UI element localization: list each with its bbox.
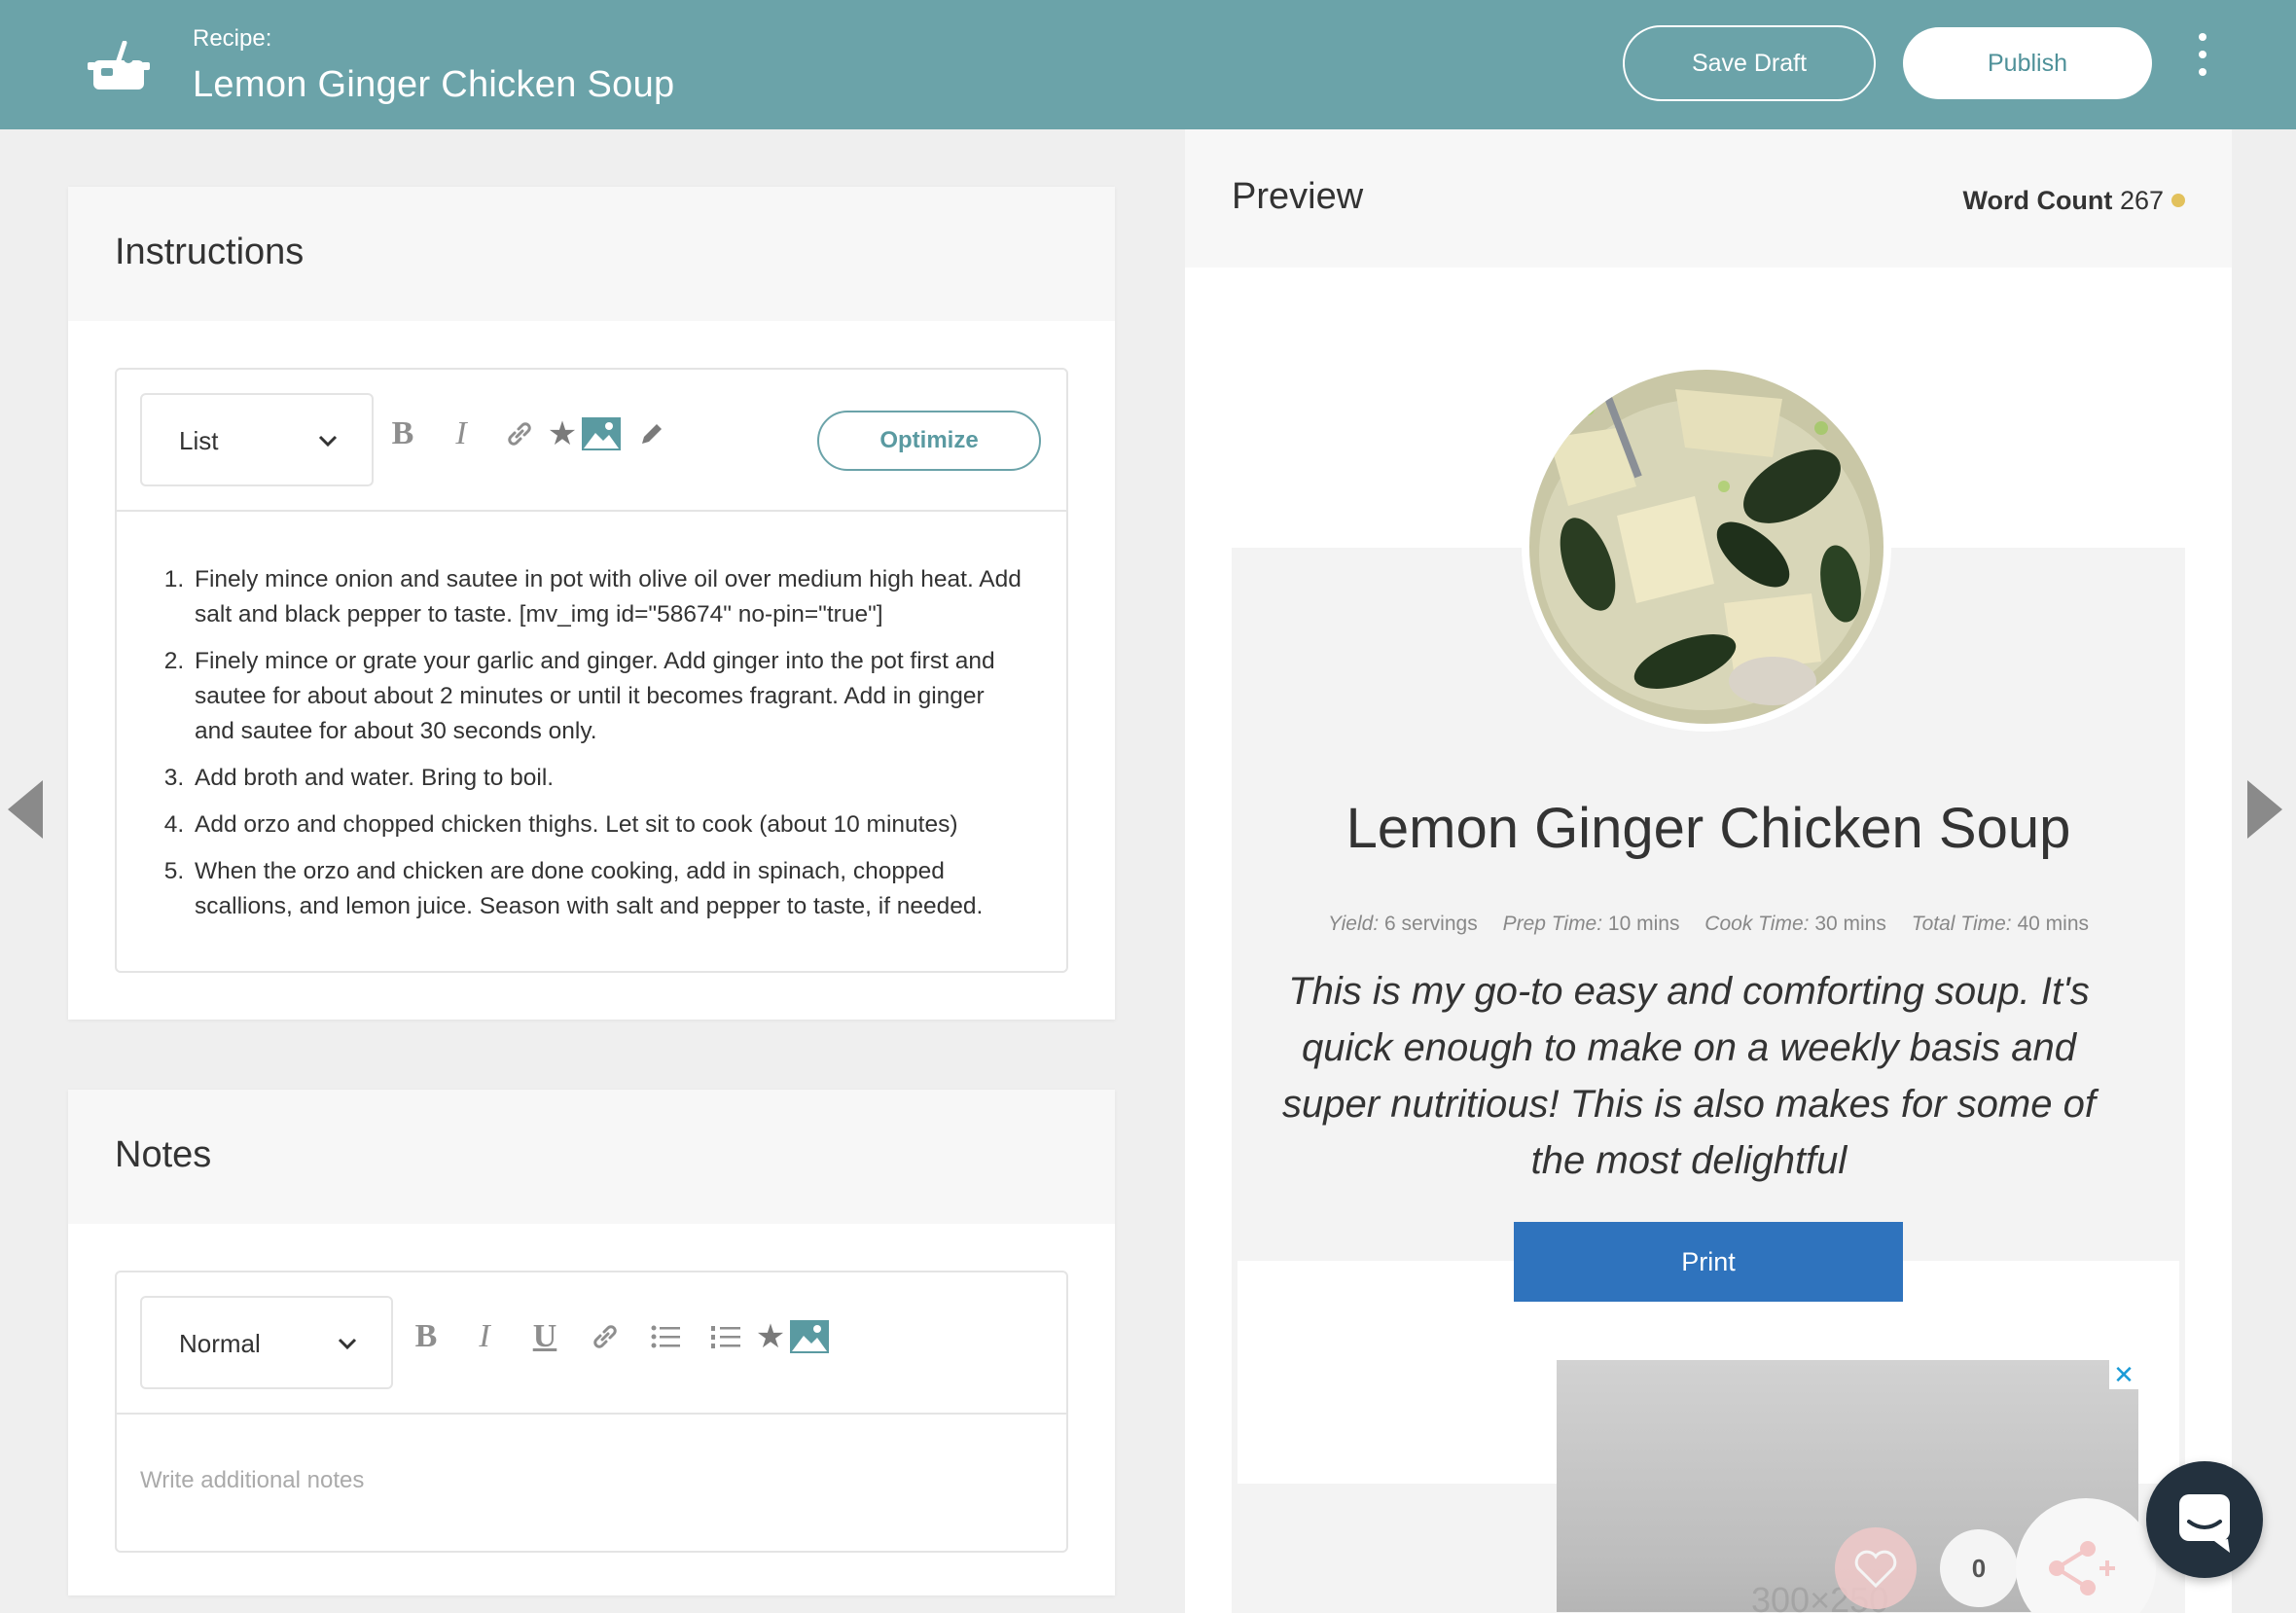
format-select[interactable]: List (140, 393, 374, 486)
page-title: Lemon Ginger Chicken Soup (193, 64, 675, 105)
total-time-label: Total Time: (1911, 913, 2012, 935)
chevron-down-icon (318, 435, 338, 448)
cook-time-label: Cook Time: (1704, 913, 1810, 935)
notes-card: Notes Normal B I U ★ Write additional no… (68, 1090, 1115, 1595)
print-button[interactable]: Print (1514, 1222, 1903, 1302)
link-icon[interactable] (500, 414, 539, 453)
total-time-value: 40 mins (2017, 913, 2089, 935)
prep-time-value: 10 mins (1607, 913, 1680, 935)
preview-title: Preview (1232, 176, 1364, 217)
yield-label: Yield: (1328, 913, 1380, 935)
heart-button[interactable] (1835, 1527, 1917, 1609)
pencil-icon[interactable] (632, 414, 671, 453)
save-draft-button[interactable]: Save Draft (1623, 25, 1876, 101)
cooking-pot-icon[interactable] (88, 41, 150, 95)
list-item: Finely mince or grate your garlic and gi… (191, 644, 1027, 749)
publish-button[interactable]: Publish (1903, 27, 2152, 99)
chevron-down-icon (338, 1338, 357, 1350)
instructions-list[interactable]: Finely mince onion and sautee in pot wit… (117, 512, 1066, 924)
notes-title: Notes (115, 1134, 212, 1175)
format-select[interactable]: Normal (140, 1296, 393, 1389)
list-item: Add orzo and chopped chicken thighs. Let… (191, 807, 1027, 842)
star-icon[interactable]: ★ (543, 414, 582, 453)
recipe-kicker: Recipe: (193, 25, 272, 52)
bold-icon[interactable]: B (407, 1317, 446, 1356)
preview-header: Preview Word Count 267 (1185, 129, 2232, 268)
share-button[interactable] (2016, 1498, 2156, 1613)
italic-icon[interactable]: I (465, 1317, 504, 1356)
optimize-button[interactable]: Optimize (817, 411, 1041, 471)
numbered-list-icon[interactable] (706, 1317, 745, 1356)
underline-icon[interactable]: U (525, 1317, 564, 1356)
more-options-icon[interactable] (2191, 33, 2214, 88)
instructions-card: Instructions List B I ★ Optimize Finely … (68, 187, 1115, 1020)
link-icon[interactable] (586, 1317, 625, 1356)
app-header: Recipe: Lemon Ginger Chicken Soup Save D… (0, 0, 2296, 129)
notes-input[interactable]: Write additional notes (140, 1467, 364, 1494)
image-icon[interactable] (582, 414, 621, 453)
italic-icon[interactable]: I (442, 414, 481, 453)
next-arrow-icon[interactable] (2247, 780, 2282, 839)
word-count-label: Word Count (1962, 186, 2113, 215)
recipe-photo (1522, 362, 1891, 732)
instructions-editor: List B I ★ Optimize Finely mince onion a… (115, 368, 1068, 973)
prep-time-label: Prep Time: (1502, 913, 1603, 935)
bullet-list-icon[interactable] (646, 1317, 685, 1356)
bold-icon[interactable]: B (383, 414, 422, 453)
cook-time-value: 30 mins (1814, 913, 1886, 935)
word-count: Word Count 267 (1962, 186, 2185, 216)
yield-value: 6 servings (1384, 913, 1478, 935)
recipe-summary: This is my go-to easy and comforting sou… (1282, 970, 2096, 1182)
share-count: 0 (1940, 1529, 2018, 1607)
list-item: Add broth and water. Bring to boil. (191, 761, 1027, 796)
notes-editor: Normal B I U ★ Write additional notes (115, 1271, 1068, 1553)
recipe-meta: Yield: 6 servings Prep Time: 10 mins Coo… (1232, 913, 2185, 936)
status-dot-icon (2171, 194, 2185, 207)
instructions-title: Instructions (115, 232, 305, 272)
format-select-value: List (179, 426, 219, 455)
chat-icon[interactable] (2146, 1461, 2263, 1578)
star-icon[interactable]: ★ (751, 1317, 790, 1356)
notes-toolbar: Normal B I U ★ (117, 1272, 1066, 1415)
previous-arrow-icon[interactable] (8, 780, 43, 839)
close-icon[interactable]: ✕ (2109, 1360, 2138, 1389)
list-item: Finely mince onion and sautee in pot wit… (191, 562, 1027, 632)
list-item: When the orzo and chicken are done cooki… (191, 854, 1027, 924)
preview-recipe-title: Lemon Ginger Chicken Soup (1345, 797, 2071, 860)
word-count-value: 267 (2119, 186, 2164, 215)
instructions-header: Instructions (68, 187, 1115, 321)
notes-header: Notes (68, 1090, 1115, 1224)
image-icon[interactable] (790, 1317, 829, 1356)
instructions-toolbar: List B I ★ Optimize (117, 370, 1066, 512)
format-select-value: Normal (179, 1329, 261, 1358)
